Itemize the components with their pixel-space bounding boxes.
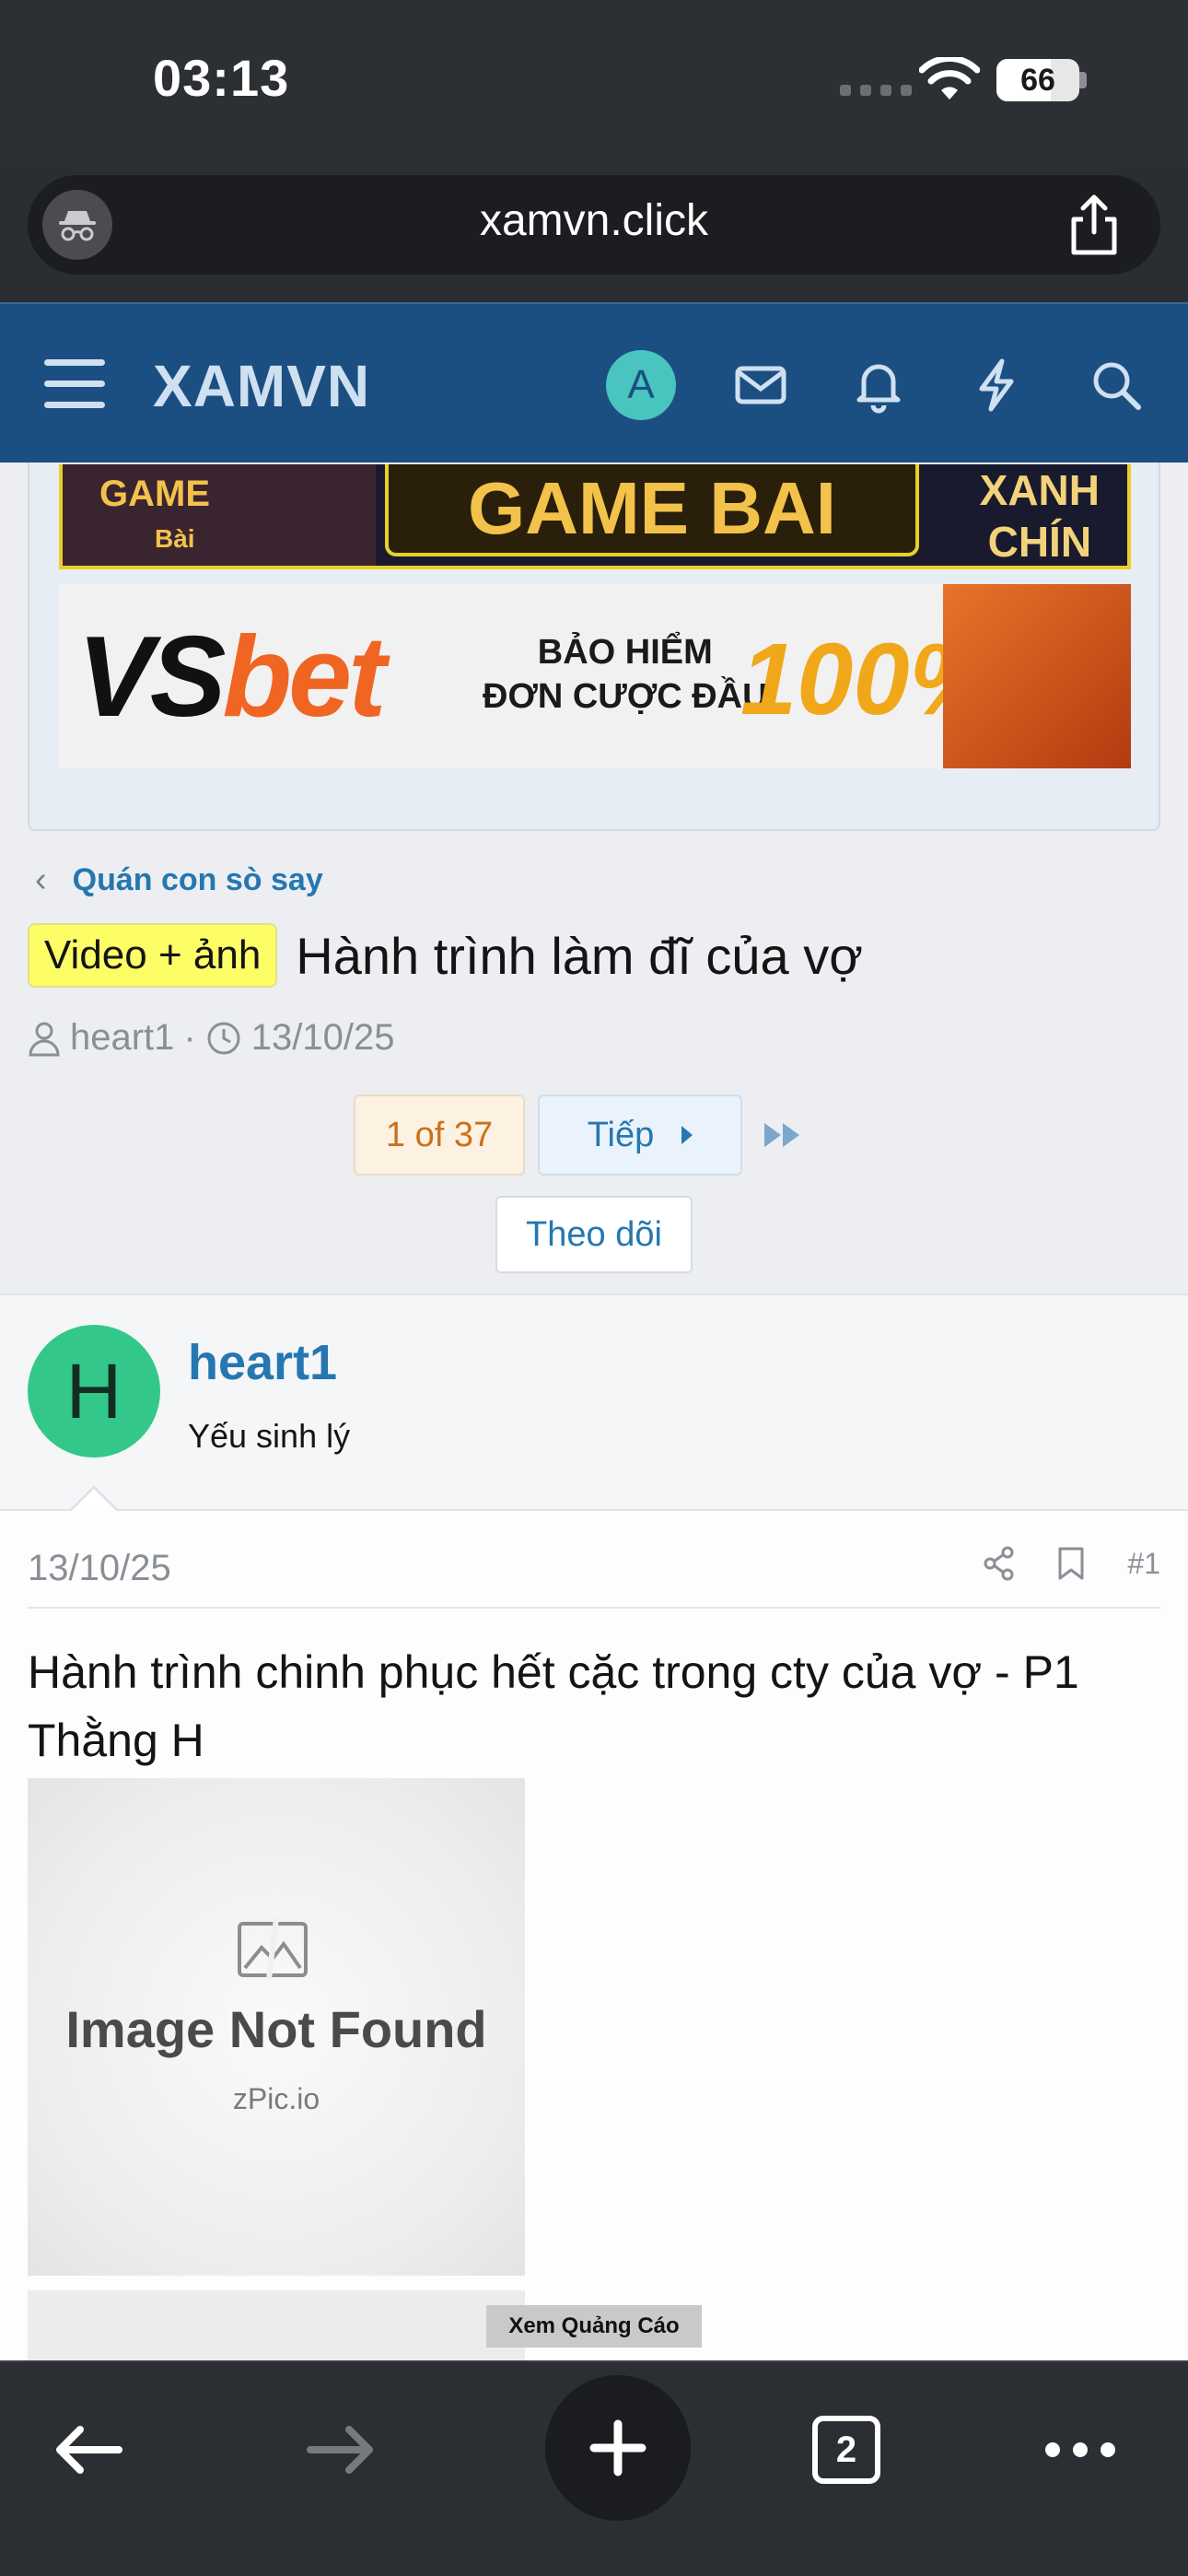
follow-button[interactable]: Theo dõi <box>495 1196 693 1273</box>
ad-tag[interactable]: Xem Quảng Cáo <box>486 2305 702 2348</box>
arrow-left-icon <box>56 2426 122 2474</box>
ad-vsbet-text: BẢO HIỂM ĐƠN CƯỢC ĐẦU <box>483 633 768 716</box>
ad-game-side2: CHÍN <box>987 518 1092 566</box>
ad-game-side1: XANH <box>979 466 1100 514</box>
more-button[interactable] <box>1030 2399 1131 2500</box>
post-username[interactable]: heart1 <box>188 1334 337 1391</box>
battery-percent: 66 <box>1020 63 1055 98</box>
user-icon <box>29 1022 60 1056</box>
back-button[interactable] <box>37 2399 138 2500</box>
post-body: 13/10/25 #1 Hành trình chinh phục hết cặ… <box>0 1511 1188 2360</box>
pagination: 1 of 37 Tiếp <box>354 1095 810 1176</box>
url-text[interactable]: xamvn.click <box>28 195 1160 246</box>
last-page-button[interactable] <box>755 1095 810 1176</box>
search-icon[interactable] <box>1087 356 1146 415</box>
bell-icon[interactable] <box>849 356 908 415</box>
user-title: Yếu sinh lý <box>188 1417 351 1455</box>
battery-indicator: 66 <box>996 59 1079 101</box>
breadcrumb-link[interactable]: Quán con sò say <box>73 862 323 898</box>
ad-game-sub: Bài <box>155 524 195 553</box>
ad-game-main: GAME BAI <box>385 464 919 556</box>
arrow-right-icon <box>307 2426 373 2474</box>
battery-tip <box>1079 72 1087 88</box>
mail-icon[interactable] <box>731 356 790 415</box>
thread-title-row: Video + ảnh Hành trình làm đĩ của vợ <box>28 923 1160 988</box>
bookmark-icon[interactable] <box>1057 1546 1085 1581</box>
plus-icon <box>589 2419 646 2476</box>
thread-author[interactable]: heart1 <box>70 1017 174 1059</box>
image-missing-title: Image Not Found <box>65 2000 487 2058</box>
thread-date[interactable]: 13/10/25 <box>251 1017 395 1059</box>
cellular-signal-icon <box>840 85 912 96</box>
tabs-button[interactable]: 2 <box>796 2399 897 2500</box>
ad-banner-game[interactable]: GAME Bài GAME BAI XANH CHÍN <box>59 464 1131 569</box>
post-text: Hành trình chinh phục hết cặc trong cty … <box>28 1646 1079 1766</box>
next-page-button[interactable]: Tiếp <box>538 1095 742 1176</box>
page-title: Hành trình làm đĩ của vợ <box>296 926 863 985</box>
caret-right-icon <box>681 1126 693 1144</box>
fast-forward-icon <box>764 1123 799 1147</box>
site-logo[interactable]: XAMVN <box>153 352 370 420</box>
prefix-badge[interactable]: Video + ảnh <box>28 923 278 988</box>
divider <box>28 1607 1160 1609</box>
account-avatar[interactable]: A <box>606 350 676 420</box>
ad-container: GAME Bài GAME BAI XANH CHÍN VSbet BẢO HIỂM… <box>28 463 1160 831</box>
share-icon[interactable] <box>1065 192 1124 258</box>
post-arrow-inner <box>69 1489 119 1514</box>
lightning-icon[interactable] <box>967 356 1026 415</box>
post-image[interactable]: Image Not Found zPic.io <box>28 1778 525 2276</box>
ad-vsbet-image <box>943 584 1131 768</box>
share-post-icon[interactable] <box>984 1546 1015 1581</box>
next-page-label: Tiếp <box>587 1115 655 1154</box>
avatar[interactable]: H <box>28 1325 160 1458</box>
more-dots-icon <box>1045 2442 1115 2457</box>
broken-image-icon <box>238 1917 308 1980</box>
tabs-count: 2 <box>812 2416 880 2484</box>
ad-banner-vsbet[interactable]: VSbet BẢO HIỂM ĐƠN CƯỢC ĐẦU 100% <box>59 584 1131 768</box>
address-bar[interactable]: xamvn.click <box>28 175 1160 275</box>
ad-game-left: GAME <box>99 474 210 514</box>
post-image-2[interactable] <box>28 2290 525 2360</box>
chevron-left-icon[interactable]: ‹ <box>35 861 47 900</box>
post-number[interactable]: #1 <box>1127 1547 1160 1581</box>
browser-toolbar: 2 <box>0 2360 1188 2576</box>
clock-icon <box>207 1022 240 1054</box>
menu-icon[interactable] <box>44 359 105 409</box>
status-time: 03:13 <box>153 49 290 107</box>
page-content: GAME Bài GAME BAI XANH CHÍN VSbet BẢO HIỂM… <box>0 463 1188 2360</box>
wifi-icon <box>919 57 980 100</box>
post-date[interactable]: 13/10/25 <box>28 1548 171 1589</box>
meta-separator: · <box>183 1017 196 1058</box>
forward-button[interactable] <box>291 2399 392 2500</box>
image-missing-sub: zPic.io <box>232 2082 320 2115</box>
ad-vsbet-logo: VSbet <box>77 614 386 741</box>
thread-meta: heart1 · 13/10/25 <box>28 1017 394 1059</box>
site-header: XAMVN A <box>0 302 1188 463</box>
status-bar: 03:13 66 <box>0 0 1188 166</box>
page-jump-button[interactable]: 1 of 37 <box>354 1095 525 1176</box>
post-actions: #1 <box>984 1546 1160 1581</box>
breadcrumb: ‹ Quán con sò say <box>35 861 323 900</box>
new-tab-button[interactable] <box>545 2375 691 2521</box>
post-user-panel: H heart1 Yếu sinh lý <box>0 1294 1188 1514</box>
